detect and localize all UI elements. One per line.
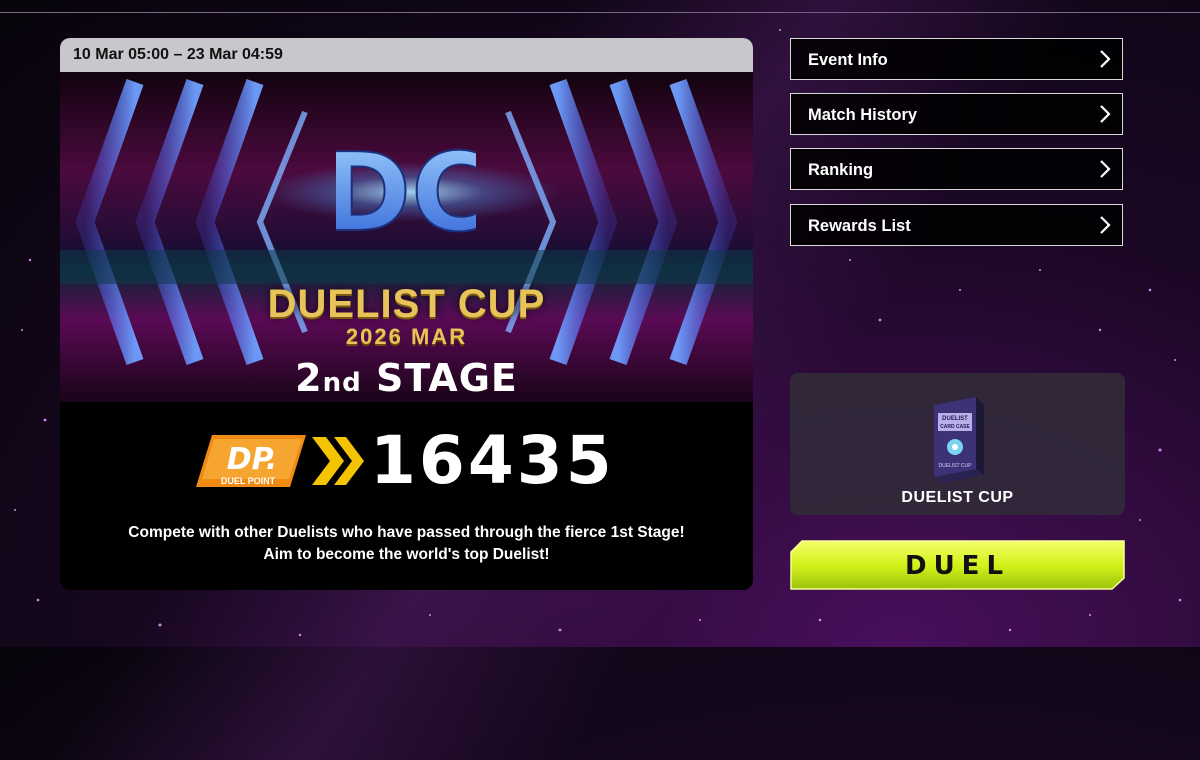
chevron-right-icon	[1100, 50, 1111, 68]
event-banner: DC DUELIST CUP 2026 MAR	[60, 72, 753, 402]
event-description: Compete with other Duelists who have pas…	[60, 522, 753, 566]
dp-badge-sub: DUEL POINT	[221, 476, 276, 486]
event-period: 10 Mar 05:00 – 23 Mar 04:59	[60, 38, 753, 72]
description-line-2: Aim to become the world's top Duelist!	[263, 546, 550, 563]
event-info-button[interactable]: Event Info	[790, 38, 1123, 80]
duel-point-badge: DP. DUEL POINT	[196, 435, 364, 487]
stage-word: STAGE	[375, 356, 518, 400]
duel-points-value: 16435	[370, 422, 615, 499]
case-brand: DUELIST CUP	[939, 463, 973, 469]
dp-badge-main: DP.	[227, 442, 278, 477]
match-history-button[interactable]: Match History	[790, 93, 1123, 135]
card-case-icon: DUELIST CARD CASE DUELIST CUP	[934, 397, 984, 483]
duel-button-label: DUEL	[904, 551, 1011, 581]
dc-logo-letters: DC	[336, 131, 476, 250]
case-line-1: DUELIST	[942, 416, 968, 422]
event-card: 10 Mar 05:00 – 23 Mar 04:59 DC DUELIST C…	[60, 38, 753, 590]
dc-logo: DC	[336, 130, 476, 250]
deck-selector[interactable]: DUELIST CARD CASE DUELIST CUP DUELIST CU…	[790, 373, 1125, 515]
case-line-2: CARD CASE	[940, 424, 970, 430]
duel-button[interactable]: DUEL	[790, 540, 1125, 590]
rewards-list-button[interactable]: Rewards List	[790, 204, 1123, 246]
ranking-label: Ranking	[808, 161, 874, 179]
description-line-1: Compete with other Duelists who have pas…	[128, 524, 685, 541]
stage-heading: 2nd STAGE	[60, 356, 753, 400]
chevron-right-icon	[1100, 105, 1111, 123]
event-info-label: Event Info	[808, 51, 888, 69]
chevron-right-icon	[1100, 216, 1111, 234]
deck-label: DUELIST CUP	[901, 489, 1014, 506]
rewards-list-label: Rewards List	[808, 217, 911, 235]
stage-ordinal: nd	[322, 368, 362, 398]
stage-number: 2	[295, 356, 323, 400]
ranking-button[interactable]: Ranking	[790, 148, 1123, 190]
event-title: DUELIST CUP	[267, 282, 546, 326]
event-subtitle: 2026 MAR	[345, 324, 468, 349]
match-history-label: Match History	[808, 106, 918, 124]
chevron-right-icon	[1100, 160, 1111, 178]
